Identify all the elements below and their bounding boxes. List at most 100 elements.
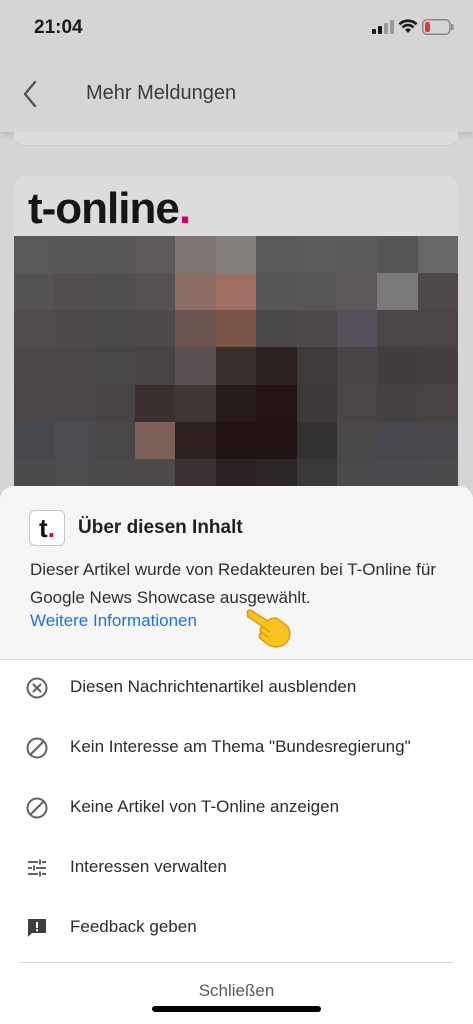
circle-x-icon — [25, 676, 49, 700]
hide-article-item[interactable]: Diesen Nachrichtenartikel ausblenden — [0, 658, 473, 718]
image-pixel — [377, 421, 418, 459]
image-pixel — [135, 236, 176, 274]
more-info-link[interactable]: Weitere Informationen — [30, 611, 197, 631]
image-pixel — [175, 347, 216, 385]
page-title: Mehr Meldungen — [86, 82, 237, 104]
previous-card-edge — [14, 132, 458, 146]
image-pixel — [215, 310, 257, 348]
about-description: Dieser Artikel wurde von Redakteuren bei… — [30, 560, 436, 607]
image-pixel — [175, 273, 216, 311]
image-pixel — [336, 236, 378, 274]
image-pixel — [94, 347, 136, 385]
image-pixel — [14, 347, 55, 385]
divider — [20, 962, 453, 963]
image-pixel — [377, 236, 418, 274]
image-pixel — [54, 236, 95, 274]
not-interested-topic-item[interactable]: Kein Interesse am Thema "Bundesregierung… — [0, 718, 473, 778]
image-pixel — [94, 273, 136, 311]
block-icon — [25, 796, 49, 820]
image-pixel — [256, 310, 297, 348]
image-pixel — [336, 347, 378, 385]
image-pixel — [14, 421, 55, 459]
image-pixel — [417, 347, 458, 385]
image-pixel — [54, 310, 95, 348]
about-content-panel: t. Über diesen Inhalt Dieser Artikel wur… — [0, 486, 473, 660]
signal-icon — [372, 20, 394, 34]
home-indicator — [152, 1006, 321, 1012]
image-pixel — [377, 273, 418, 311]
close-button[interactable]: Schließen — [0, 976, 473, 1006]
feedback-icon — [25, 916, 49, 940]
image-pixel — [296, 310, 337, 348]
status-bar: 21:04 — [0, 0, 473, 56]
image-pixel — [175, 384, 216, 422]
image-pixel — [336, 273, 378, 311]
battery-low-icon — [422, 19, 454, 35]
image-pixel — [94, 236, 136, 274]
image-pixel — [14, 384, 55, 422]
image-pixel — [256, 421, 297, 459]
chevron-left-icon — [23, 80, 37, 108]
image-pixel — [175, 310, 216, 348]
image-pixel — [54, 421, 95, 459]
back-button[interactable] — [12, 76, 48, 112]
image-pixel — [215, 273, 257, 311]
image-pixel — [14, 273, 55, 311]
image-pixel — [135, 310, 176, 348]
menu-item-label: Feedback geben — [70, 917, 197, 936]
image-pixel — [135, 347, 176, 385]
menu-item-label: Diesen Nachrichtenartikel ausblenden — [70, 677, 357, 696]
image-pixel — [377, 347, 418, 385]
tune-icon — [25, 856, 49, 880]
image-pixel — [54, 384, 95, 422]
image-pixel — [296, 273, 337, 311]
article-card[interactable]: t-online. — [14, 176, 458, 496]
menu-item-label: Interessen verwalten — [70, 857, 227, 876]
image-pixel — [336, 384, 378, 422]
image-pixel — [215, 236, 257, 274]
publisher-logo: t-online. — [28, 184, 191, 233]
image-pixel — [14, 236, 55, 274]
image-pixel — [377, 384, 418, 422]
image-pixel — [296, 384, 337, 422]
image-pixel — [94, 310, 136, 348]
hide-source-item[interactable]: Keine Artikel von T-Online anzeigen — [0, 778, 473, 838]
image-pixel — [135, 421, 176, 459]
image-pixel — [296, 347, 337, 385]
wifi-icon — [398, 19, 418, 33]
image-pixel — [336, 310, 378, 348]
manage-interests-item[interactable]: Interessen verwalten — [0, 838, 473, 898]
image-pixel — [215, 421, 257, 459]
image-pixel — [256, 347, 297, 385]
image-pixel — [417, 384, 458, 422]
about-title: Über diesen Inhalt — [78, 517, 243, 538]
article-image — [14, 236, 458, 496]
status-time: 21:04 — [34, 17, 83, 38]
image-pixel — [296, 421, 337, 459]
image-pixel — [175, 421, 216, 459]
feedback-item[interactable]: Feedback geben — [0, 898, 473, 958]
image-pixel — [417, 421, 458, 459]
menu-item-label: Kein Interesse am Thema "Bundesregierung… — [70, 737, 411, 756]
image-pixel — [215, 347, 257, 385]
image-pixel — [135, 273, 176, 311]
image-pixel — [336, 421, 378, 459]
image-pixel — [256, 236, 297, 274]
image-pixel — [94, 421, 136, 459]
bottom-sheet: t. Über diesen Inhalt Dieser Artikel wur… — [0, 486, 473, 1024]
image-pixel — [296, 236, 337, 274]
menu-item-label: Keine Artikel von T-Online anzeigen — [70, 797, 340, 816]
image-pixel — [256, 384, 297, 422]
image-pixel — [417, 273, 458, 311]
image-pixel — [135, 384, 176, 422]
image-pixel — [417, 236, 458, 274]
block-icon — [25, 736, 49, 760]
image-pixel — [54, 347, 95, 385]
source-logo: t. — [29, 510, 65, 546]
image-pixel — [175, 236, 216, 274]
image-pixel — [14, 310, 55, 348]
image-pixel — [377, 310, 418, 348]
image-pixel — [94, 384, 136, 422]
image-pixel — [54, 273, 95, 311]
app-bar: Mehr Meldungen — [0, 56, 473, 132]
